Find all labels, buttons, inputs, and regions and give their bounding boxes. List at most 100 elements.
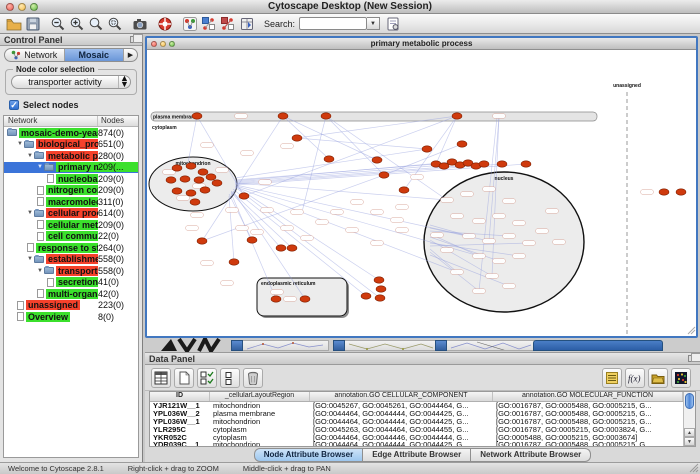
select-attributes-icon[interactable]	[197, 368, 217, 388]
attribute-list-icon[interactable]	[602, 368, 622, 388]
tab-overflow-button[interactable]: ▶	[124, 49, 137, 61]
canvas-resize-grip[interactable]	[688, 327, 695, 334]
formula-builder-icon[interactable]: f(x)	[625, 368, 645, 388]
zoom-selected-icon[interactable]	[106, 15, 123, 32]
tree-row[interactable]: ▼metabolic process280(0)	[4, 150, 138, 162]
plasma-membrane-region[interactable]	[151, 112, 597, 121]
tab-edge-attribute-browser[interactable]: Edge Attribute Browser	[363, 448, 471, 462]
network-canvas[interactable]: plasma membranecytoplasmmitochondrionnuc…	[147, 50, 696, 336]
new-network-from-selected-nodes-icon[interactable]	[200, 15, 217, 32]
expand-arrow-icon[interactable]: ▼	[27, 256, 33, 262]
network-node[interactable]	[166, 177, 176, 183]
heatmap-icon[interactable]	[671, 368, 691, 388]
network-node[interactable]	[186, 163, 196, 169]
scrollbar-thumb[interactable]	[685, 393, 694, 409]
network-node[interactable]	[321, 113, 331, 119]
network-node[interactable]	[361, 293, 371, 299]
tree-col-nodes[interactable]: Nodes	[98, 116, 138, 126]
col-cellular[interactable]: annotation.GO CELLULAR_COMPONENT	[310, 392, 493, 401]
network-node[interactable]	[212, 180, 222, 186]
network-node[interactable]	[198, 169, 208, 175]
network-node[interactable]	[276, 245, 286, 251]
expand-arrow-icon[interactable]: ▼	[17, 141, 23, 147]
background-window-fragment[interactable]	[333, 340, 437, 351]
network-node[interactable]	[180, 176, 190, 182]
vizmapper-icon[interactable]	[181, 15, 198, 32]
select-nodes-checkbox[interactable]: ✓	[9, 100, 19, 110]
network-node[interactable]	[659, 189, 669, 195]
save-icon[interactable]	[24, 15, 41, 32]
network-node[interactable]	[379, 172, 389, 178]
expand-arrow-icon[interactable]: ▼	[37, 164, 43, 170]
node-color-dropdown[interactable]: transporter activity ▲▼	[11, 75, 131, 89]
tab-network-attribute-browser[interactable]: Network Attribute Browser	[471, 448, 591, 462]
tree-row[interactable]: secretion41(0)	[4, 277, 138, 289]
search-dropdown-button[interactable]: ▼	[367, 17, 380, 30]
tab-mosaic[interactable]: Mosaic	[65, 49, 125, 61]
network-node[interactable]	[192, 113, 202, 119]
network-node[interactable]	[676, 189, 686, 195]
expand-arrow-icon[interactable]: ▼	[27, 210, 33, 216]
expand-arrow-icon[interactable]: ▼	[27, 153, 33, 159]
expand-arrow-icon[interactable]: ▼	[37, 268, 43, 274]
tree-row[interactable]: nitrogen compo209(0)	[4, 185, 138, 197]
table-row[interactable]: YDR039C__1mitochondrion[GO:0044464, GO:0…	[150, 441, 683, 446]
network-node[interactable]	[172, 188, 182, 194]
table-scrollbar[interactable]: ▲ ▼	[683, 392, 695, 446]
search-input[interactable]	[299, 17, 367, 30]
network-node[interactable]	[287, 245, 297, 251]
new-attribute-icon[interactable]	[174, 368, 194, 388]
network-node[interactable]	[376, 286, 386, 292]
delete-attribute-icon[interactable]	[243, 368, 263, 388]
network-node[interactable]	[479, 161, 489, 167]
col-id[interactable]: ID	[150, 392, 210, 401]
tree-row[interactable]: cell communicat22(0)	[4, 231, 138, 243]
network-node[interactable]	[197, 238, 207, 244]
network-node[interactable]	[372, 157, 382, 163]
resize-grip[interactable]	[689, 463, 699, 473]
tab-node-attribute-browser[interactable]: Node Attribute Browser	[254, 448, 364, 462]
tree-row[interactable]: nucleobase-209(0)	[4, 173, 138, 185]
search-config-icon[interactable]	[384, 15, 401, 32]
network-node[interactable]	[399, 187, 409, 193]
tree-row[interactable]: ▼biological_process651(0)	[4, 139, 138, 151]
snapshot-icon[interactable]	[131, 15, 148, 32]
network-node[interactable]	[194, 177, 204, 183]
col-region[interactable]: _cellularLayoutRegion	[210, 392, 310, 401]
tree-row[interactable]: unassigned223(0)	[4, 300, 138, 312]
network-node[interactable]	[229, 259, 239, 265]
network-node[interactable]	[497, 161, 507, 167]
network-node[interactable]	[278, 113, 288, 119]
network-node[interactable]	[239, 193, 249, 199]
network-node[interactable]	[324, 156, 334, 162]
network-node[interactable]	[172, 165, 182, 171]
tree-col-network[interactable]: Network	[4, 116, 98, 126]
network-node[interactable]	[292, 135, 302, 141]
float-panel-icon[interactable]	[688, 355, 696, 362]
col-molecular[interactable]: annotation.GO MOLECULAR_FUNCTION	[493, 392, 683, 401]
network-node[interactable]	[186, 190, 196, 196]
tab-network[interactable]: Network	[5, 49, 65, 61]
scroll-up-button[interactable]: ▲	[684, 428, 695, 437]
tree-row[interactable]: ▼primary metabo209(...	[4, 162, 138, 174]
tree-row[interactable]: cellular metabol209(0)	[4, 219, 138, 231]
attribute-grid-icon[interactable]	[151, 368, 171, 388]
network-node[interactable]	[521, 161, 531, 167]
float-panel-icon[interactable]	[130, 36, 138, 43]
import-table-icon[interactable]	[238, 15, 255, 32]
network-node[interactable]	[200, 187, 210, 193]
background-window-fragment[interactable]	[231, 340, 329, 351]
import-attributes-icon[interactable]	[648, 368, 668, 388]
network-node[interactable]	[457, 141, 467, 147]
help-icon[interactable]	[156, 15, 173, 32]
network-node[interactable]	[375, 295, 385, 301]
unselect-attributes-icon[interactable]	[220, 368, 240, 388]
zoom-in-icon[interactable]	[68, 15, 85, 32]
zoom-fit-icon[interactable]	[87, 15, 104, 32]
network-node[interactable]	[452, 113, 462, 119]
scroll-down-button[interactable]: ▼	[684, 437, 695, 446]
tree-row[interactable]: ▼establishment of lo558(0)	[4, 254, 138, 266]
network-node[interactable]	[247, 237, 257, 243]
network-window-titlebar[interactable]: primary metabolic process	[147, 38, 696, 50]
network-node[interactable]	[374, 277, 384, 283]
